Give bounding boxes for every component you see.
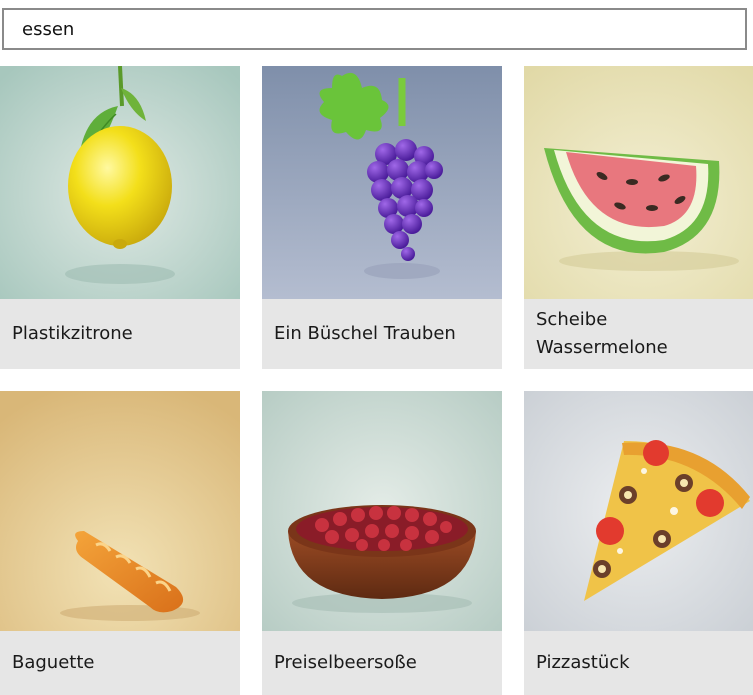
result-caption: Preiselbeersoße xyxy=(262,631,502,695)
search-input[interactable] xyxy=(22,18,745,40)
result-label: Ein Büschel Trauben xyxy=(274,323,456,344)
result-tile-lemon[interactable]: Plastikzitrone xyxy=(0,66,240,369)
result-tile-pizza[interactable]: Pizzastück xyxy=(524,391,753,695)
result-caption: Plastikzitrone xyxy=(0,299,240,369)
pizza-slice-icon xyxy=(524,391,753,631)
result-caption: Pizzastück xyxy=(524,631,753,695)
result-label-line-2: Wassermelone xyxy=(536,337,668,358)
result-tile-cranberry-sauce[interactable]: Preiselbeersoße xyxy=(262,391,502,695)
result-tile-baguette[interactable]: Baguette xyxy=(0,391,240,695)
result-label: Pizzastück xyxy=(536,652,630,673)
result-label: Plastikzitrone xyxy=(12,323,133,344)
result-tile-grapes[interactable]: Ein Büschel Trauben xyxy=(262,66,502,369)
result-label: Baguette xyxy=(12,652,95,673)
baguette-icon xyxy=(0,391,240,631)
result-label: Preiselbeersoße xyxy=(274,652,417,673)
result-caption: Scheibe Wassermelone xyxy=(524,299,753,369)
cranberry-sauce-bowl-icon xyxy=(262,391,502,631)
result-tile-watermelon[interactable]: Scheibe Wassermelone xyxy=(524,66,753,369)
watermelon-slice-icon xyxy=(524,66,753,299)
result-caption: Ein Büschel Trauben xyxy=(262,299,502,369)
result-label-line-1: Scheibe xyxy=(536,309,608,330)
lemon-icon xyxy=(0,66,240,299)
result-caption: Baguette xyxy=(0,631,240,695)
grapes-icon xyxy=(262,66,502,299)
search-box[interactable] xyxy=(2,8,747,50)
